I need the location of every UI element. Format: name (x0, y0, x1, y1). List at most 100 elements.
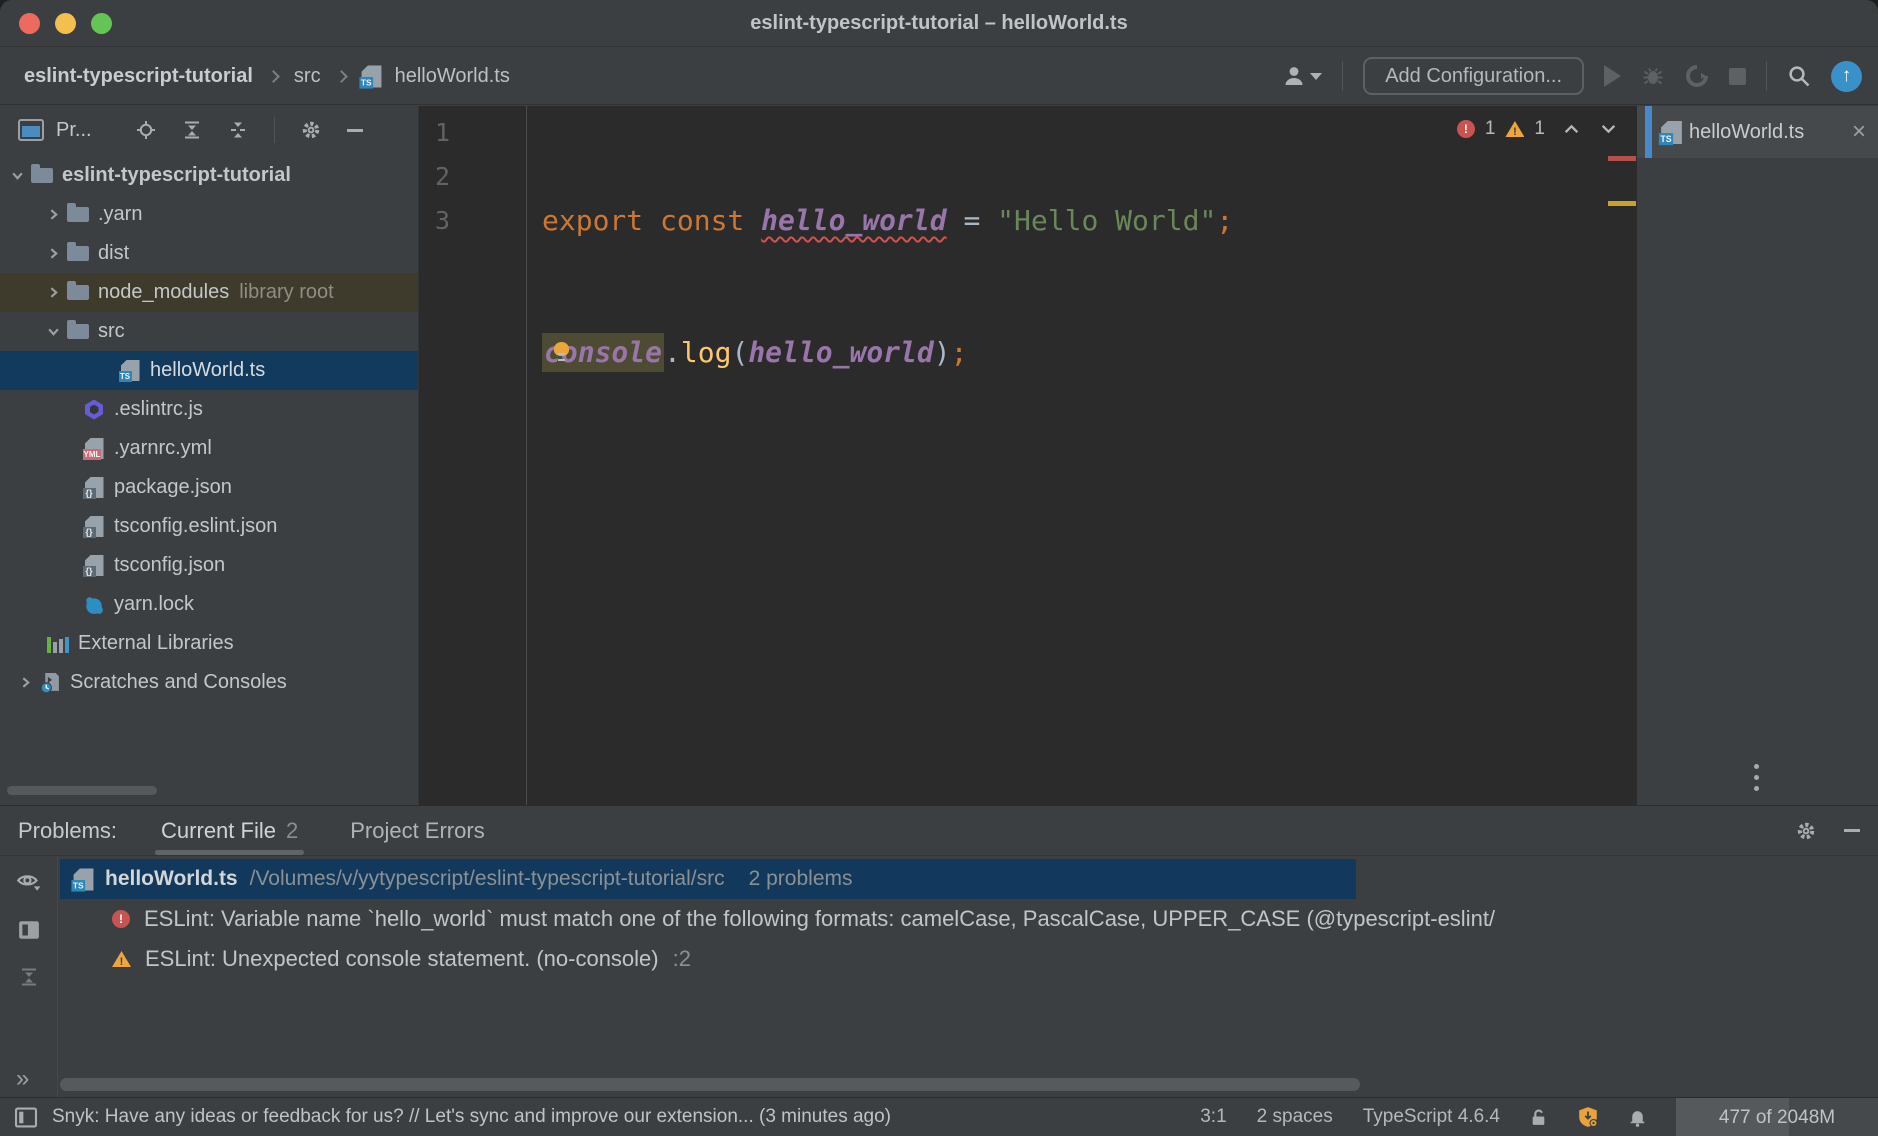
status-message[interactable]: Snyk: Have any ideas or feedback for us?… (52, 1106, 1180, 1128)
tree-item-external-libraries[interactable]: External Libraries (0, 624, 418, 663)
tree-item-tsconfig[interactable]: {} tsconfig.json (0, 546, 418, 585)
project-hscrollbar[interactable] (7, 786, 157, 795)
problems-tool-window: Problems: Current File 2 Project Errors (0, 805, 1878, 1097)
indent-setting[interactable]: 2 spaces (1257, 1106, 1333, 1128)
settings-gear-icon[interactable] (1796, 821, 1816, 841)
warning-icon (1505, 121, 1524, 137)
chevron-right-icon[interactable] (42, 204, 64, 226)
project-tree: eslint-typescript-tutorial .yarn dist no… (0, 154, 418, 702)
run-icon[interactable] (1604, 65, 1621, 87)
editor-tab-helloworld[interactable]: TS helloWorld.ts × (1637, 106, 1878, 158)
problems-file-row[interactable]: TS helloWorld.ts /Volumes/v/yytypescript… (60, 859, 1356, 899)
add-configuration-button[interactable]: Add Configuration... (1363, 57, 1584, 95)
tree-item-label: helloWorld.ts (150, 359, 265, 382)
problems-file-path: /Volumes/v/yytypescript/eslint-typescrip… (250, 867, 725, 891)
tree-item-helloworld-ts[interactable]: TS helloWorld.ts (0, 351, 418, 390)
collapse-all-icon[interactable] (228, 121, 248, 139)
breadcrumb-file[interactable]: helloWorld.ts (395, 65, 510, 88)
stop-icon[interactable] (1729, 68, 1746, 85)
breadcrumb-folder[interactable]: src (294, 65, 321, 88)
code-line-2[interactable]: console.log(hello_world); (542, 331, 1637, 375)
code-editor[interactable]: 1 2 3 export const hello_world = "Hello … (419, 106, 1637, 805)
problem-row-warning[interactable]: ESLint: Unexpected console statement. (n… (60, 939, 1878, 979)
tree-item-label: yarn.lock (114, 593, 194, 616)
next-problem-chevron-down-icon[interactable] (1600, 123, 1617, 135)
chevron-down-icon[interactable] (42, 321, 64, 343)
collapse-all-icon[interactable] (19, 968, 39, 986)
breadcrumb: eslint-typescript-tutorial src TS helloW… (24, 65, 510, 88)
typescript-file-icon: TS (118, 360, 142, 382)
typescript-version[interactable]: TypeScript 4.6.4 (1363, 1106, 1500, 1128)
memory-indicator[interactable]: 477 of 2048M (1676, 1098, 1878, 1136)
problem-text: ESLint: Variable name `hello_world` must… (144, 906, 1495, 932)
tool-windows-icon[interactable] (14, 1107, 38, 1128)
code-token: hello_world (748, 336, 933, 369)
caret-position[interactable]: 3:1 (1200, 1106, 1226, 1128)
tree-item-tsconfig-eslint[interactable]: {} tsconfig.eslint.json (0, 507, 418, 546)
chevron-right-icon[interactable] (42, 243, 64, 265)
more-vertical-icon[interactable] (1754, 764, 1759, 791)
tree-item-label: src (98, 320, 125, 343)
tree-item-label: Scratches and Consoles (70, 671, 287, 694)
code-line-1[interactable]: export const hello_world = "Hello World"… (542, 199, 1637, 243)
problem-row-error[interactable]: ! ESLint: Variable name `hello_world` mu… (60, 899, 1878, 939)
bell-icon[interactable] (1629, 1108, 1646, 1127)
update-icon[interactable]: ↑ (1831, 61, 1862, 92)
user-menu[interactable] (1282, 64, 1322, 88)
show-more-icon[interactable]: » (16, 1065, 27, 1093)
problem-location: :2 (673, 946, 691, 972)
json-file-icon: {} (82, 555, 106, 577)
tree-item-dist[interactable]: dist (0, 234, 418, 273)
tree-item-src[interactable]: src (0, 312, 418, 351)
tree-item-scratches[interactable]: Scratches and Consoles (0, 663, 418, 702)
tree-item-label: dist (98, 242, 129, 265)
toolbar-separator (274, 117, 275, 143)
tree-item-yarnrc[interactable]: YML .yarnrc.yml (0, 429, 418, 468)
tree-item-eslintrc[interactable]: .eslintrc.js (0, 390, 418, 429)
project-panel-title[interactable]: Pr... (56, 119, 92, 142)
settings-gear-icon[interactable] (301, 120, 321, 140)
tree-item-package-json[interactable]: {} package.json (0, 468, 418, 507)
editor-tab-strip: TS helloWorld.ts × (1637, 106, 1878, 805)
memory-label: 477 of 2048M (1676, 1098, 1878, 1136)
problems-file-name: helloWorld.ts (105, 867, 238, 891)
tab-project-errors[interactable]: Project Errors (350, 806, 484, 855)
tree-item-yarn[interactable]: .yarn (0, 195, 418, 234)
locate-icon[interactable] (136, 120, 156, 140)
lock-icon[interactable] (1530, 1108, 1547, 1127)
previous-problem-chevron-up-icon[interactable] (1563, 123, 1580, 135)
editor-gutter[interactable]: 1 2 3 (419, 106, 527, 805)
expand-all-icon[interactable] (182, 121, 202, 139)
breadcrumb-project[interactable]: eslint-typescript-tutorial (24, 65, 253, 88)
line-number: 2 (435, 155, 526, 199)
tab-current-file[interactable]: Current File 2 (161, 806, 298, 855)
preview-pane-icon[interactable] (18, 920, 40, 940)
tree-item-suffix: library root (239, 281, 333, 304)
error-stripe-mark[interactable] (1608, 156, 1636, 161)
search-icon[interactable] (1787, 64, 1811, 88)
lightbulb-icon[interactable] (554, 342, 569, 356)
chevron-down-icon[interactable] (6, 165, 28, 187)
hide-panel-icon[interactable] (347, 129, 363, 132)
debug-icon[interactable] (1641, 64, 1665, 88)
snyk-shield-icon[interactable] (1577, 1106, 1599, 1128)
problems-hscrollbar[interactable] (60, 1078, 1360, 1091)
chevron-right-icon[interactable] (14, 672, 36, 694)
coverage-icon[interactable] (1685, 64, 1709, 88)
warning-stripe-mark[interactable] (1608, 201, 1636, 206)
tree-item-label: .eslintrc.js (114, 398, 203, 421)
scratches-icon (38, 672, 62, 694)
tree-item-node-modules[interactable]: node_modules library root (0, 273, 418, 312)
editor-code-area[interactable]: export const hello_world = "Hello World"… (528, 106, 1637, 805)
hide-panel-icon[interactable] (1844, 829, 1860, 832)
toolbar-separator (1342, 61, 1343, 91)
tree-item-project-root[interactable]: eslint-typescript-tutorial (0, 156, 418, 195)
chevron-right-icon[interactable] (42, 282, 64, 304)
tree-item-label: .yarnrc.yml (114, 437, 212, 460)
view-options-eye-icon[interactable] (16, 872, 42, 892)
tree-item-label: package.json (114, 476, 232, 499)
tree-item-yarn-lock[interactable]: yarn.lock (0, 585, 418, 624)
close-icon[interactable]: × (1852, 122, 1866, 142)
editor-tab-label: helloWorld.ts (1689, 121, 1804, 144)
inspections-widget[interactable]: ! 1 1 (1457, 118, 1617, 140)
